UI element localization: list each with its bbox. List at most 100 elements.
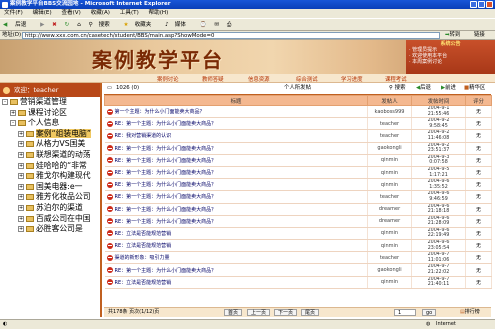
post-title-cell[interactable]: RE：第一个主题：为什么小门面能卖大商品？: [104, 166, 368, 180]
table-row[interactable]: RE：第一个主题：为什么小门面能卖大商品？ teacher 2004-9-2 9:58…: [104, 117, 492, 131]
menu-tools[interactable]: 工具(T): [120, 10, 139, 16]
expand-icon[interactable]: +: [18, 130, 24, 137]
post-title[interactable]: RE：第一个主题：为什么小门面能卖大商品？: [115, 219, 217, 225]
col-title[interactable]: 标题: [104, 95, 368, 106]
nav-tests[interactable]: 综合测试: [296, 75, 318, 83]
expand-icon[interactable]: +: [18, 204, 24, 211]
expand-icon[interactable]: +: [10, 109, 16, 116]
links-button[interactable]: 链接: [474, 31, 485, 39]
stop-icon[interactable]: ✖: [52, 22, 57, 28]
menu-favorites[interactable]: 收藏(A): [91, 10, 110, 16]
expand-icon[interactable]: +: [18, 226, 24, 233]
tree-node[interactable]: + 联想渠道的动荡: [0, 150, 100, 161]
menu-help[interactable]: 帮助(H): [149, 10, 169, 16]
menu-edit[interactable]: 编辑(E): [33, 10, 52, 16]
maximize-button[interactable]: [478, 1, 485, 8]
favorites-button[interactable]: ★ 收藏夹: [124, 22, 158, 28]
post-author[interactable]: qinmin: [367, 178, 412, 192]
tree-node[interactable]: - 个人信息: [0, 118, 100, 129]
tree-node[interactable]: + 课程讨论区: [0, 108, 100, 119]
post-title[interactable]: RE：第一个主题：为什么小门面能卖大商品？: [115, 182, 217, 188]
post-author[interactable]: qinmin: [367, 227, 412, 241]
back-button[interactable]: ◀ 后退: [3, 22, 32, 28]
back-action[interactable]: ◀后退: [416, 83, 431, 94]
minimize-button[interactable]: [470, 1, 477, 8]
nav-case-discussion[interactable]: 案例讨论: [157, 75, 179, 83]
print-icon[interactable]: ⎙: [227, 22, 231, 28]
post-title[interactable]: RE：第一个主题：为什么小门面能卖大商品？: [115, 268, 217, 274]
post-author[interactable]: teacher: [367, 190, 412, 204]
nav-progress[interactable]: 学习进度: [341, 75, 363, 83]
first-page-button[interactable]: 首页: [224, 309, 243, 316]
tree-node[interactable]: + 百威公司在中国: [0, 214, 100, 225]
tree-node[interactable]: - 营销渠道管理: [0, 97, 100, 108]
expand-icon[interactable]: +: [18, 162, 24, 169]
post-title[interactable]: RE：立法是否能规范营销: [115, 280, 172, 286]
media-button[interactable]: ♪ 媒体: [165, 22, 192, 28]
post-author[interactable]: teacher: [367, 251, 412, 265]
post-title-cell[interactable]: RE：第一个主题：为什么小门面能卖大商品？: [104, 263, 368, 277]
table-row[interactable]: 第一个主题：为什么小门面能卖大商品？ kaoboss999 2004-9-1 21:5…: [104, 105, 492, 119]
tree-node[interactable]: + 雅戈尔构建现代: [0, 171, 100, 182]
post-title-cell[interactable]: RE：第一个主题：为什么小门面能卖大商品？: [104, 117, 368, 131]
post-author[interactable]: teacher: [367, 117, 412, 131]
post-author[interactable]: qinmin: [367, 239, 412, 253]
tree-node[interactable]: + 国美电器:e一: [0, 182, 100, 193]
refresh-icon[interactable]: ↻: [65, 22, 70, 28]
tree-node[interactable]: + 苏泊尔的渠道: [0, 203, 100, 214]
post-title-cell[interactable]: RE：立法是否能规范营销: [104, 239, 368, 253]
search-action[interactable]: ⚲ 搜索: [389, 83, 405, 94]
post-title[interactable]: RE：第一个主题：为什么小门面能卖大商品？: [115, 207, 217, 213]
post-title-cell[interactable]: RE：第一个主题：为什么小门面能卖大商品？: [104, 203, 368, 216]
post-title-cell[interactable]: RE：我对营销渠道的认识: [104, 129, 368, 143]
table-row[interactable]: RE：第一个主题：为什么小门面能卖大商品？ dreamer 2004-9-6 21:1…: [104, 203, 492, 216]
post-author[interactable]: teacher: [367, 129, 412, 143]
go-page-button[interactable]: go: [422, 309, 437, 316]
col-author[interactable]: 发帖人: [367, 95, 412, 106]
table-row[interactable]: RE：第一个主题：为什么小门面能卖大商品？ gaokongli 2004-9-2 23…: [104, 142, 492, 155]
post-title[interactable]: RE：立法是否能规范营销: [115, 243, 172, 249]
post-author[interactable]: qinmin: [367, 276, 412, 289]
post-title-cell[interactable]: RE：第一个主题：为什么小门面能卖大商品？: [104, 142, 368, 155]
nav-resources[interactable]: 信息资源: [248, 75, 270, 83]
forward-action[interactable]: ▶前进: [441, 83, 456, 94]
expand-icon[interactable]: +: [18, 151, 24, 158]
table-row[interactable]: RE：第一个主题：为什么小门面能卖大商品？ qinmin 2004-9-6 1:35:…: [104, 178, 492, 192]
digest-action[interactable]: ■精华区: [464, 83, 485, 94]
post-title[interactable]: RE：第一个主题：为什么小门面能卖大商品？: [115, 170, 217, 176]
table-row[interactable]: RE：我对营销渠道的认识 teacher 2004-9-2 11:46:08 无: [104, 129, 492, 143]
address-input[interactable]: http://www.xxx.com.cn/casetech/student/B…: [22, 31, 440, 39]
post-author[interactable]: qinmin: [367, 166, 412, 180]
post-title-cell[interactable]: 渠道的新形象：吸引力量: [104, 251, 368, 265]
history-icon[interactable]: ⌚: [200, 22, 207, 28]
rank-button[interactable]: ▤排行榜: [460, 308, 480, 317]
prev-page-button[interactable]: 上一页: [247, 309, 271, 316]
table-row[interactable]: RE：第一个主题：为什么小门面能卖大商品？ dreamer 2004-9-6 21:2…: [104, 215, 492, 228]
expand-icon[interactable]: +: [18, 215, 24, 222]
home-icon[interactable]: ⌂: [77, 22, 81, 28]
tree-node[interactable]: + 娃哈哈的“非常: [0, 161, 100, 172]
collapse-icon[interactable]: -: [2, 99, 8, 105]
post-title-cell[interactable]: RE：第一个主题：为什么小门面能卖大商品？: [104, 190, 368, 204]
tree-node[interactable]: + 从格力VS国美: [0, 139, 100, 150]
post-author[interactable]: gaokongli: [367, 142, 412, 155]
expand-icon[interactable]: +: [18, 173, 24, 180]
post-author[interactable]: qinmin: [367, 154, 412, 167]
col-score[interactable]: 评分: [465, 95, 492, 106]
expand-icon[interactable]: +: [18, 194, 24, 201]
post-title[interactable]: 第一个主题：为什么小门面能卖大商品？: [115, 109, 205, 115]
tree-node[interactable]: + 必胜客公司是: [0, 224, 100, 235]
collapse-icon[interactable]: -: [10, 120, 16, 127]
search-button[interactable]: ⚲ 搜索: [88, 22, 115, 28]
post-title-cell[interactable]: RE：第一个主题：为什么小门面能卖大商品？: [104, 154, 368, 167]
table-row[interactable]: RE：第一个主题：为什么小门面能卖大商品？ teacher 2004-9-6 9:46…: [104, 190, 492, 204]
close-button[interactable]: [486, 1, 493, 8]
table-row[interactable]: RE：第一个主题：为什么小门面能卖大商品？ qinmin 2004-9-3 0:07:…: [104, 154, 492, 167]
post-title[interactable]: RE：第一个主题：为什么小门面能卖大商品？: [115, 121, 217, 127]
next-page-button[interactable]: 下一页: [274, 309, 298, 316]
notice-item[interactable]: · 本周案例讨论: [409, 59, 492, 65]
post-title[interactable]: RE：立法是否能规范营销: [115, 231, 172, 237]
post-title[interactable]: RE：第一个主题：为什么小门面能卖大商品？: [115, 194, 217, 200]
post-title-cell[interactable]: RE：立法是否能规范营销: [104, 276, 368, 289]
post-title[interactable]: RE：我对营销渠道的认识: [115, 133, 172, 139]
